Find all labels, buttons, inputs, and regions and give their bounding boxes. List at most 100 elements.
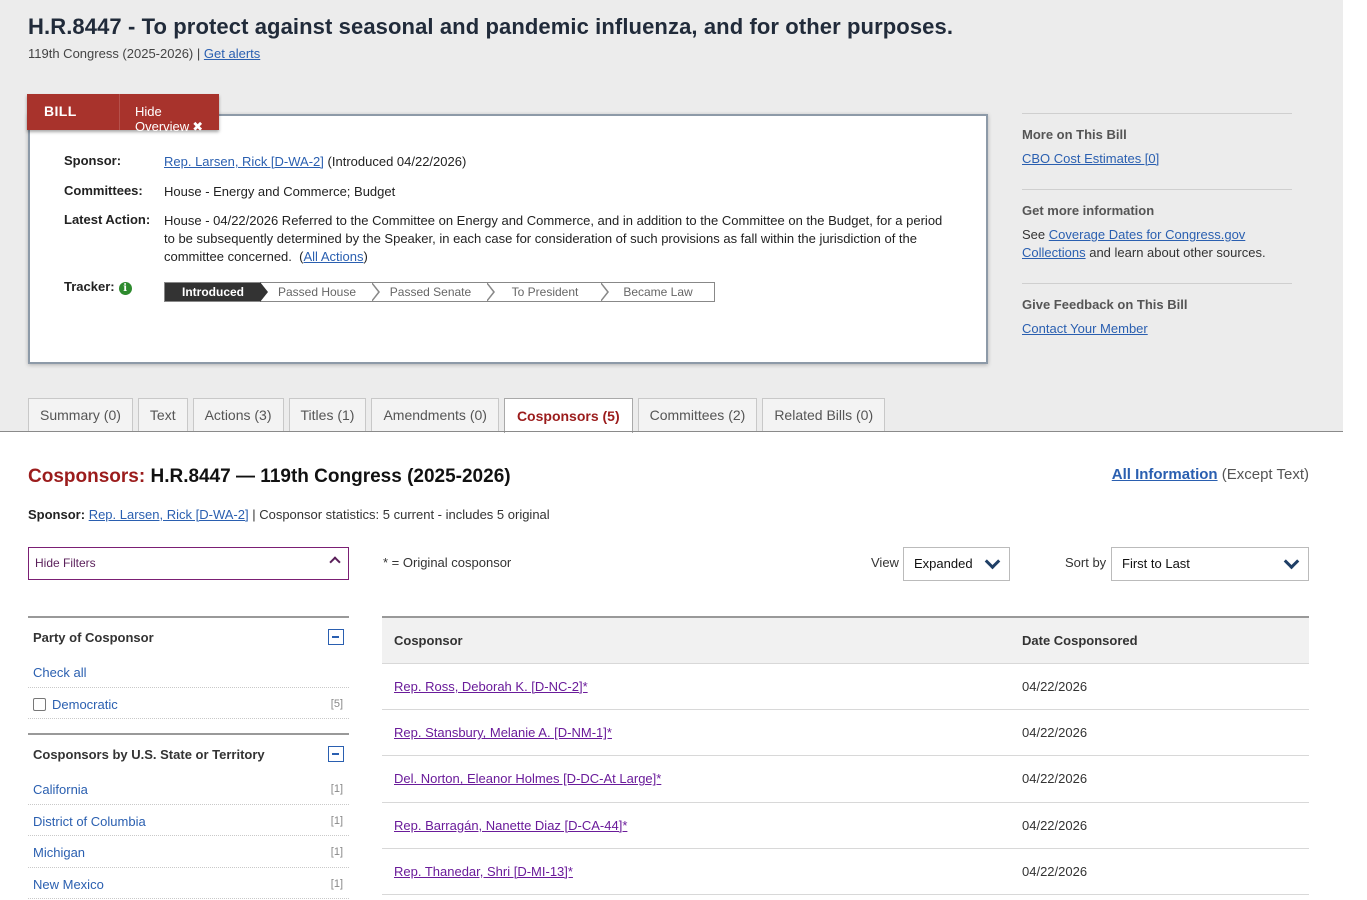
state-filter-label[interactable]: District of Columbia	[33, 814, 146, 829]
all-information-link[interactable]: All Information	[1112, 466, 1218, 483]
state-filter-item: California [1]	[28, 773, 349, 805]
committees-label: Committees:	[64, 183, 143, 198]
collapse-icon[interactable]	[328, 746, 344, 762]
party-filter-item: Democratic [5]	[28, 688, 349, 719]
feedback-block: Give Feedback on This Bill Contact Your …	[1022, 283, 1292, 338]
cosponsor-link[interactable]: Del. Norton, Eleanor Holmes [D-DC-At Lar…	[394, 771, 661, 786]
state-filter-label[interactable]: New Mexico	[33, 877, 104, 892]
bill-tab-divider	[119, 94, 120, 130]
more-info-block: Get more information See Coverage Dates …	[1022, 189, 1292, 262]
cosponsor-link[interactable]: Rep. Thanedar, Shri [D-MI-13]*	[394, 864, 573, 879]
cosponsor-date: 04/22/2026	[1022, 863, 1088, 879]
get-alerts-link[interactable]: Get alerts	[204, 46, 260, 61]
state-filter-item: New Mexico [1]	[28, 868, 349, 899]
latest-action-text: House - 04/22/2026 Referred to the Commi…	[164, 213, 943, 264]
info-icon[interactable]: i	[118, 282, 132, 295]
more-on-bill-block: More on This Bill CBO Cost Estimates [0]	[1022, 113, 1292, 168]
all-actions-link[interactable]: All Actions	[303, 249, 363, 264]
column-header-date: Date Cosponsored	[1022, 633, 1138, 648]
close-icon: ✖	[192, 119, 204, 134]
tab-amendments[interactable]: Amendments (0)	[371, 398, 499, 431]
sponsor-link[interactable]: Rep. Larsen, Rick [D-WA-2]	[164, 154, 324, 169]
hide-filters-button[interactable]: Hide Filters	[28, 547, 349, 580]
tracker-step-passed-house: Passed House	[261, 282, 380, 302]
tracker-label-wrap: Tracker: i	[64, 279, 132, 295]
column-header-cosponsor: Cosponsor	[394, 633, 463, 648]
table-row: Rep. Thanedar, Shri [D-MI-13]* 04/22/202…	[382, 849, 1309, 895]
cosponsors-heading-rest: H.R.8447 — 119th Congress (2025-2026)	[150, 466, 511, 487]
congress-line: 119th Congress (2025-2026) | Get alerts	[28, 46, 260, 61]
view-label: View	[871, 555, 899, 570]
more-info-prefix: See	[1022, 227, 1046, 242]
cosponsors-table: Cosponsor Date Cosponsored Rep. Ross, De…	[382, 616, 1309, 895]
tracker-label: Tracker:	[64, 279, 115, 294]
table-row: Rep. Stansbury, Melanie A. [D-NM-1]* 04/…	[382, 710, 1309, 757]
hide-filters-label: Hide Filters	[35, 556, 96, 570]
tab-cosponsors[interactable]: Cosponsors (5)	[503, 398, 633, 433]
check-all-item: Check all	[28, 656, 349, 688]
congress-label: 119th Congress (2025-2026)	[28, 46, 194, 61]
sponsor-statistics-line: Sponsor: Rep. Larsen, Rick [D-WA-2] | Co…	[28, 507, 550, 522]
state-filter-item: District of Columbia [1]	[28, 805, 349, 836]
tracker-step-label: Introduced	[182, 285, 244, 299]
feedback-heading: Give Feedback on This Bill	[1022, 297, 1188, 312]
party-filter-header: Party of Cosponsor	[28, 618, 349, 656]
introduced-date: (Introduced 04/22/2026)	[327, 154, 467, 169]
tab-text[interactable]: Text	[137, 398, 188, 431]
tracker-chevron-icon	[259, 282, 268, 302]
latest-action-label: Latest Action:	[64, 212, 151, 227]
original-cosponsor-note: * = Original cosponsor	[383, 555, 512, 570]
tab-committees[interactable]: Committees (2)	[637, 398, 758, 431]
view-select-value: Expanded	[914, 556, 973, 571]
state-filter-label[interactable]: Michigan	[33, 845, 85, 860]
sort-select[interactable]: First to Last	[1111, 547, 1309, 581]
page-gutter	[1343, 0, 1367, 900]
tracker-step-passed-senate: Passed Senate	[373, 282, 495, 302]
tabs-divider	[0, 431, 1343, 432]
tracker-step-label: Became Law	[623, 285, 693, 299]
view-select[interactable]: Expanded	[903, 547, 1010, 581]
sort-select-value: First to Last	[1122, 556, 1190, 571]
cosponsor-link[interactable]: Rep. Ross, Deborah K. [D-NC-2]*	[394, 679, 588, 694]
more-info-suffix: and learn about other sources.	[1089, 245, 1266, 260]
chevron-up-icon	[329, 556, 341, 568]
bill-overview-tab: BILL Hide Overview ✖	[27, 94, 219, 134]
party-filter-label[interactable]: Democratic	[52, 697, 118, 712]
tab-related-bills[interactable]: Related Bills (0)	[762, 398, 886, 431]
party-filter-count: [5]	[330, 697, 343, 710]
tracker-chevron-icon	[600, 282, 609, 302]
tab-titles[interactable]: Titles (1)	[288, 398, 367, 431]
table-row: Rep. Ross, Deborah K. [D-NC-2]* 04/22/20…	[382, 664, 1309, 711]
table-row: Del. Norton, Eleanor Holmes [D-DC-At Lar…	[382, 756, 1309, 803]
hide-overview-button[interactable]: Hide Overview ✖	[135, 104, 219, 135]
cosponsor-link[interactable]: Rep. Stansbury, Melanie A. [D-NM-1]*	[394, 725, 612, 740]
state-filter: Cosponsors by U.S. State or Territory Ca…	[28, 733, 349, 899]
chevron-down-icon	[1283, 553, 1300, 570]
sponsor-value: Rep. Larsen, Rick [D-WA-2] (Introduced 0…	[164, 153, 466, 171]
chevron-down-icon	[984, 553, 1001, 570]
democratic-checkbox[interactable]	[33, 697, 46, 711]
state-filter-header: Cosponsors by U.S. State or Territory	[28, 735, 349, 773]
congress-separator: |	[196, 46, 201, 61]
state-filter-heading: Cosponsors by U.S. State or Territory	[33, 747, 265, 762]
tracker-step-became-law: Became Law	[602, 283, 714, 301]
state-filter-label[interactable]: California	[33, 782, 88, 797]
bill-tracker: Introduced Passed House Passed Senate To…	[164, 282, 715, 302]
all-information: All Information (Except Text)	[1112, 466, 1309, 483]
contact-member-link[interactable]: Contact Your Member	[1022, 321, 1148, 336]
check-all-link[interactable]: Check all	[33, 665, 86, 680]
collapse-icon[interactable]	[328, 629, 344, 645]
sponsor-link[interactable]: Rep. Larsen, Rick [D-WA-2]	[89, 507, 249, 522]
table-header: Cosponsor Date Cosponsored	[382, 618, 1309, 664]
cbo-cost-estimates-link[interactable]: CBO Cost Estimates [0]	[1022, 151, 1159, 166]
sponsor-label: Sponsor:	[28, 507, 86, 522]
cosponsors-heading-prefix: Cosponsors:	[28, 466, 146, 487]
cosponsor-link[interactable]: Rep. Barragán, Nanette Diaz [D-CA-44]*	[394, 818, 627, 833]
tab-summary[interactable]: Summary (0)	[28, 398, 133, 431]
tab-actions[interactable]: Actions (3)	[192, 398, 284, 431]
more-info-heading: Get more information	[1022, 203, 1155, 218]
party-filter-heading: Party of Cosponsor	[33, 630, 154, 645]
state-filter-count: [1]	[330, 814, 343, 827]
sort-by-label: Sort by	[1065, 555, 1107, 570]
cosponsor-date: 04/22/2026	[1022, 771, 1088, 787]
